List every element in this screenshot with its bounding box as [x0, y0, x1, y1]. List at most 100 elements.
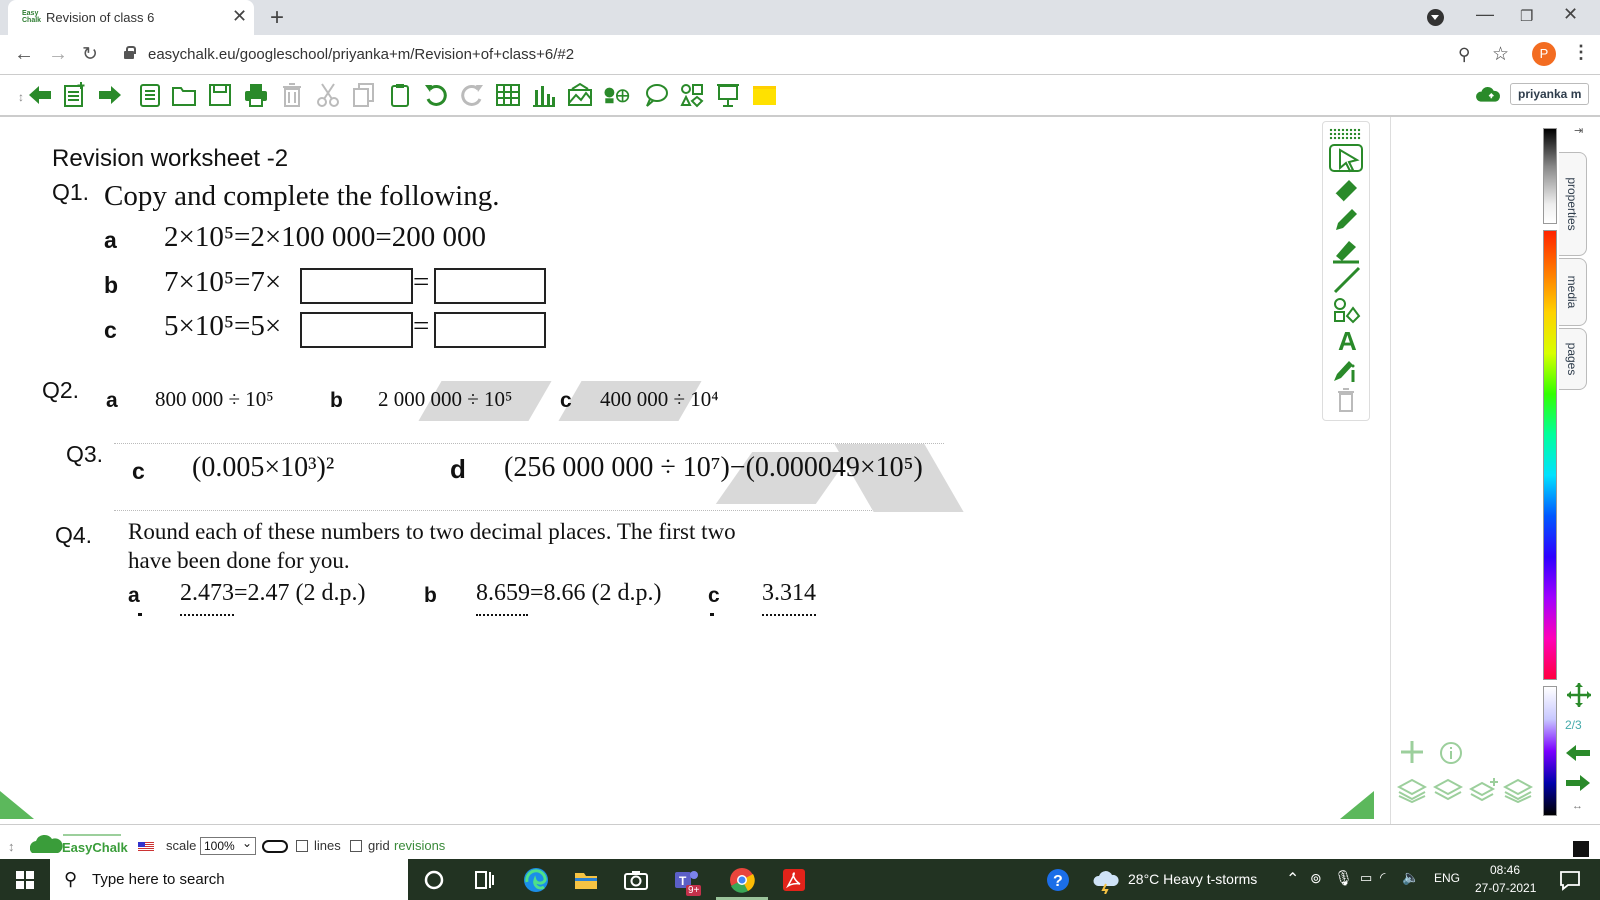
language-indicator[interactable]: ENG: [1434, 871, 1460, 885]
sticky-note-icon[interactable]: [750, 81, 778, 109]
notification-center-icon[interactable]: [1556, 866, 1584, 894]
media-globe-icon[interactable]: [602, 81, 636, 109]
microphone-icon[interactable]: 🎙: [1334, 869, 1353, 887]
resize-horizontal-icon[interactable]: ↔: [1572, 800, 1583, 812]
weather-storm-icon[interactable]: [1092, 866, 1122, 895]
bar-chart-icon[interactable]: [530, 81, 558, 109]
open-folder-icon[interactable]: [170, 81, 198, 109]
answer-box[interactable]: [434, 268, 546, 304]
cut-icon[interactable]: [314, 81, 342, 109]
new-page-icon[interactable]: [60, 81, 88, 109]
page-corner-fold-left[interactable]: [0, 791, 34, 819]
statusbar-drag-icon[interactable]: ↕: [8, 839, 15, 854]
help-icon[interactable]: ?: [1044, 866, 1072, 894]
dark-swatch-strip[interactable]: [1543, 686, 1557, 816]
highlighter-icon[interactable]: [1329, 236, 1363, 264]
url-field[interactable]: easychalk.eu/googleschool/priyanka+m/Rev…: [148, 46, 574, 63]
layers-stack-icon[interactable]: [1396, 777, 1428, 808]
zoom-icon[interactable]: ⚲: [1458, 45, 1470, 65]
next-page-arrow-icon[interactable]: [96, 81, 124, 109]
panel-grip-icon[interactable]: [1329, 128, 1361, 140]
cortana-icon[interactable]: [420, 866, 448, 894]
task-view-icon[interactable]: [470, 866, 498, 894]
cloud-sync-icon[interactable]: [1474, 81, 1508, 109]
clock-time[interactable]: 08:46: [1490, 863, 1520, 877]
color-palette[interactable]: [1543, 128, 1557, 818]
weather-text[interactable]: 28°C Heavy t-storms: [1128, 871, 1257, 887]
chrome-icon[interactable]: [728, 866, 756, 894]
delete-tool-icon[interactable]: [1329, 386, 1363, 414]
back-arrow-icon[interactable]: ←: [14, 43, 34, 66]
image-chart-icon[interactable]: [566, 81, 594, 109]
restore-icon[interactable]: ❐: [1520, 7, 1533, 25]
scale-select[interactable]: 100%: [200, 835, 256, 855]
volume-icon[interactable]: 🔈: [1402, 869, 1419, 886]
tray-chevron-icon[interactable]: ⌃: [1286, 869, 1299, 889]
tab-search-icon[interactable]: [1427, 9, 1444, 26]
trash-icon[interactable]: [278, 81, 306, 109]
previous-page-icon[interactable]: [1564, 744, 1592, 767]
answer-box[interactable]: [434, 312, 546, 348]
page-corner-fold-right[interactable]: [1340, 791, 1374, 819]
shapes-icon[interactable]: [678, 81, 706, 109]
layers-add-icon[interactable]: [1468, 777, 1499, 808]
presentation-board-icon[interactable]: [714, 81, 742, 109]
add-layer-icon[interactable]: [1399, 739, 1425, 770]
print-icon[interactable]: [242, 81, 270, 109]
bookmark-star-icon[interactable]: ☆: [1492, 43, 1509, 66]
minimize-icon[interactable]: —: [1476, 4, 1494, 25]
grid-checkbox[interactable]: [350, 840, 362, 852]
taskbar-search-box[interactable]: ⚲ Type here to search: [50, 859, 408, 900]
shape-tool-icon[interactable]: [1329, 296, 1363, 324]
user-name-badge[interactable]: priyanka m: [1510, 83, 1590, 105]
browser-tab[interactable]: Easy Chalk Revision of class 6 ✕: [8, 0, 254, 35]
undo-icon[interactable]: [422, 81, 450, 109]
move-crosshair-icon[interactable]: [1566, 682, 1592, 713]
save-icon[interactable]: [206, 81, 234, 109]
handwriting-icon[interactable]: [1329, 356, 1363, 384]
pen-icon[interactable]: [1329, 206, 1363, 234]
tray-app-icon[interactable]: ⊚: [1310, 870, 1322, 887]
select-pointer-icon[interactable]: [1329, 144, 1363, 173]
paste-icon[interactable]: [386, 81, 414, 109]
layers-outline-icon[interactable]: [1432, 777, 1464, 808]
file-explorer-icon[interactable]: [572, 866, 600, 894]
color-indicator-swatch[interactable]: [1573, 841, 1589, 857]
answer-box[interactable]: [300, 268, 413, 304]
camera-icon[interactable]: [622, 866, 650, 894]
edge-browser-icon[interactable]: [522, 866, 550, 894]
browser-menu-icon[interactable]: ⋮: [1572, 42, 1590, 63]
tab-media[interactable]: media: [1559, 258, 1587, 326]
battery-icon[interactable]: ▭: [1360, 870, 1372, 886]
grayscale-swatch-strip[interactable]: [1543, 128, 1557, 224]
wifi-icon[interactable]: ◜: [1380, 869, 1385, 886]
language-flag-icon[interactable]: [138, 842, 154, 852]
reload-icon[interactable]: ↻: [82, 43, 98, 66]
eraser-icon[interactable]: [1329, 176, 1363, 204]
toggle-pill-icon[interactable]: [262, 840, 288, 853]
new-tab-button[interactable]: +: [270, 4, 284, 32]
clock-date[interactable]: 27-07-2021: [1475, 881, 1536, 895]
rainbow-swatch-strip[interactable]: [1543, 230, 1557, 680]
layers-remove-icon[interactable]: [1502, 777, 1534, 808]
windows-start-icon[interactable]: [16, 871, 34, 889]
info-icon[interactable]: [1439, 741, 1463, 770]
collapse-panel-icon[interactable]: ⇥: [1574, 124, 1583, 137]
previous-page-arrow-icon[interactable]: [26, 81, 54, 109]
toolbar-drag-handle-icon[interactable]: ↕: [8, 81, 24, 109]
acrobat-icon[interactable]: [780, 866, 808, 894]
whiteboard-canvas[interactable]: Revision worksheet -2 Q1. Copy and compl…: [0, 117, 1395, 824]
copy-icon[interactable]: [350, 81, 378, 109]
close-tab-icon[interactable]: ✕: [232, 6, 247, 27]
profile-avatar[interactable]: P: [1532, 42, 1556, 66]
tab-pages[interactable]: pages: [1559, 328, 1587, 390]
tab-properties[interactable]: properties: [1559, 152, 1587, 256]
text-tool-icon[interactable]: A: [1329, 326, 1363, 356]
answer-box[interactable]: [300, 312, 413, 348]
forward-arrow-icon[interactable]: →: [48, 43, 68, 66]
redo-icon[interactable]: [458, 81, 486, 109]
revisions-link[interactable]: revisions: [394, 838, 445, 853]
comment-bubble-icon[interactable]: [642, 81, 670, 109]
window-close-icon[interactable]: ✕: [1563, 4, 1578, 25]
document-icon[interactable]: [136, 81, 164, 109]
